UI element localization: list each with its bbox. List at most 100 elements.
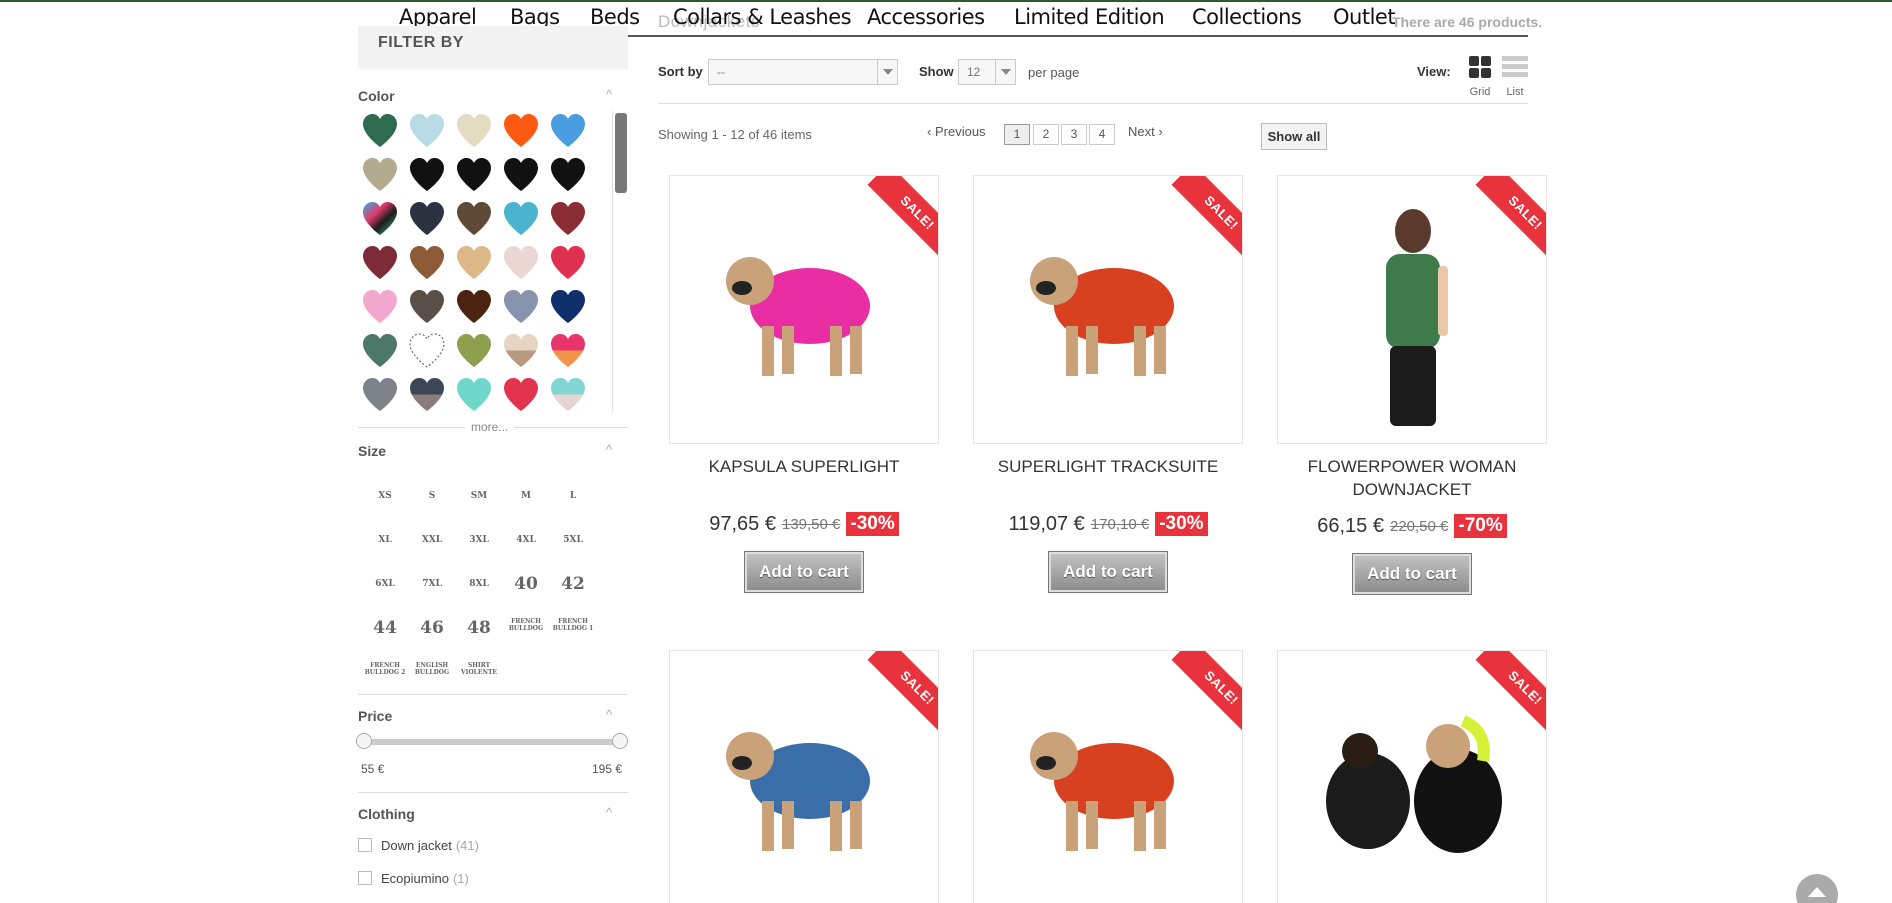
color-swatch[interactable] [548, 287, 588, 327]
color-swatch[interactable] [454, 199, 494, 239]
size-option[interactable]: M [504, 486, 548, 506]
size-option[interactable]: 4XL [504, 530, 548, 550]
nav-collars-leashes[interactable]: Collars & Leashes [673, 5, 852, 29]
color-swatch[interactable] [501, 331, 541, 371]
nav-collections[interactable]: Collections [1192, 5, 1302, 29]
size-option[interactable]: 48 [457, 618, 501, 638]
color-swatch[interactable] [407, 243, 447, 283]
size-option[interactable]: L [551, 486, 595, 506]
color-swatch[interactable] [548, 331, 588, 371]
size-option[interactable]: 40 [504, 574, 548, 594]
size-option[interactable]: 8XL [457, 574, 501, 594]
previous-page-link[interactable]: ‹ Previous [927, 124, 986, 139]
size-option[interactable]: 3XL [457, 530, 501, 550]
size-option[interactable]: FRENCH BULLDOG 2 [363, 662, 407, 676]
color-swatch[interactable] [407, 155, 447, 195]
product-image[interactable]: SALE! [973, 175, 1243, 444]
size-option[interactable]: 42 [551, 574, 595, 594]
size-option[interactable]: FRENCH BULLDOG 1 [551, 618, 595, 632]
color-swatch[interactable] [407, 287, 447, 327]
list-view-button[interactable]: List [1502, 56, 1528, 98]
nav-accessories[interactable]: Accessories [867, 5, 985, 29]
price-slider-track[interactable] [364, 739, 620, 745]
size-option[interactable]: SHIRT VIOLENTE [457, 662, 501, 676]
size-option[interactable]: XL [363, 530, 407, 550]
product-image[interactable]: SALE! [669, 650, 939, 903]
size-option[interactable]: 44 [363, 618, 407, 638]
color-swatch[interactable] [548, 111, 588, 151]
color-swatch[interactable] [454, 331, 494, 371]
product-name[interactable]: KAPSULA SUPERLIGHT [669, 455, 939, 478]
checkbox[interactable] [358, 838, 372, 852]
size-option[interactable]: SM [457, 486, 501, 506]
size-option[interactable]: S [410, 486, 454, 506]
clothing-collapse-chevron-icon[interactable]: ^ [606, 805, 612, 820]
color-swatch[interactable] [360, 375, 400, 411]
per-page-select[interactable]: 12 [958, 59, 1016, 85]
color-swatch[interactable] [360, 331, 400, 371]
sort-select[interactable]: -- [708, 59, 898, 85]
color-swatch[interactable] [360, 199, 400, 239]
price-min-handle[interactable] [356, 733, 372, 749]
color-swatch[interactable] [360, 155, 400, 195]
color-swatch[interactable] [548, 375, 588, 411]
clothing-option-down-jacket[interactable]: Down jacket (41) [358, 836, 479, 854]
color-swatch[interactable] [501, 243, 541, 283]
price-max-handle[interactable] [612, 733, 628, 749]
more-colors-link[interactable]: more... [465, 420, 515, 434]
scroll-to-top-button[interactable] [1796, 874, 1838, 903]
color-swatch[interactable] [454, 155, 494, 195]
product-image[interactable]: SALE! [1277, 650, 1547, 903]
size-option[interactable]: XS [363, 486, 407, 506]
color-swatch[interactable] [454, 111, 494, 151]
product-image[interactable]: SALE! [669, 175, 939, 444]
color-swatch[interactable] [407, 331, 447, 371]
size-option[interactable]: 7XL [410, 574, 454, 594]
color-swatch[interactable] [501, 199, 541, 239]
size-option[interactable]: ENGLISH BULLDOG [410, 662, 454, 676]
size-collapse-chevron-icon[interactable]: ^ [606, 442, 612, 457]
show-all-button[interactable]: Show all [1261, 123, 1327, 150]
color-swatch[interactable] [548, 243, 588, 283]
color-swatch[interactable] [454, 287, 494, 327]
size-option[interactable]: 5XL [551, 530, 595, 550]
color-scrollbar[interactable] [612, 111, 628, 411]
add-to-cart-button[interactable]: Add to cart [1048, 551, 1168, 593]
page-3-button[interactable]: 3 [1061, 124, 1087, 145]
product-name[interactable]: FLOWERPOWER WOMAN DOWNJACKET [1277, 455, 1547, 501]
page-4-button[interactable]: 4 [1089, 124, 1115, 145]
add-to-cart-button[interactable]: Add to cart [1352, 553, 1472, 595]
color-swatch[interactable] [407, 111, 447, 151]
nav-outlet[interactable]: Outlet [1333, 5, 1396, 29]
product-name[interactable]: SUPERLIGHT TRACKSUITE [973, 455, 1243, 478]
add-to-cart-button[interactable]: Add to cart [744, 551, 864, 593]
size-option[interactable]: 46 [410, 618, 454, 638]
size-option[interactable]: XXL [410, 530, 454, 550]
clothing-option-ecopiumino[interactable]: Ecopiumino (1) [358, 869, 469, 887]
color-swatch[interactable] [454, 243, 494, 283]
next-page-link[interactable]: Next › [1128, 124, 1163, 139]
color-swatch[interactable] [501, 111, 541, 151]
nav-limited-edition[interactable]: Limited Edition [1014, 5, 1165, 29]
color-swatch[interactable] [548, 155, 588, 195]
price-collapse-chevron-icon[interactable]: ^ [606, 707, 612, 722]
checkbox[interactable] [358, 871, 372, 885]
size-option[interactable]: 6XL [363, 574, 407, 594]
color-swatch[interactable] [360, 111, 400, 151]
size-option[interactable]: FRENCH BULLDOG [504, 618, 548, 632]
color-swatch[interactable] [454, 375, 494, 411]
color-swatch[interactable] [360, 243, 400, 283]
color-swatch[interactable] [501, 287, 541, 327]
color-swatch[interactable] [360, 287, 400, 327]
page-1-button[interactable]: 1 [1004, 124, 1030, 145]
color-swatch[interactable] [407, 199, 447, 239]
color-swatch[interactable] [548, 199, 588, 239]
color-swatch[interactable] [501, 155, 541, 195]
color-collapse-chevron-icon[interactable]: ^ [606, 87, 612, 102]
page-2-button[interactable]: 2 [1033, 124, 1059, 145]
product-image[interactable]: SALE! [1277, 175, 1547, 444]
color-swatch[interactable] [407, 375, 447, 411]
grid-view-button[interactable]: Grid [1467, 56, 1493, 98]
scrollbar-thumb[interactable] [615, 113, 627, 193]
color-swatch[interactable] [501, 375, 541, 411]
